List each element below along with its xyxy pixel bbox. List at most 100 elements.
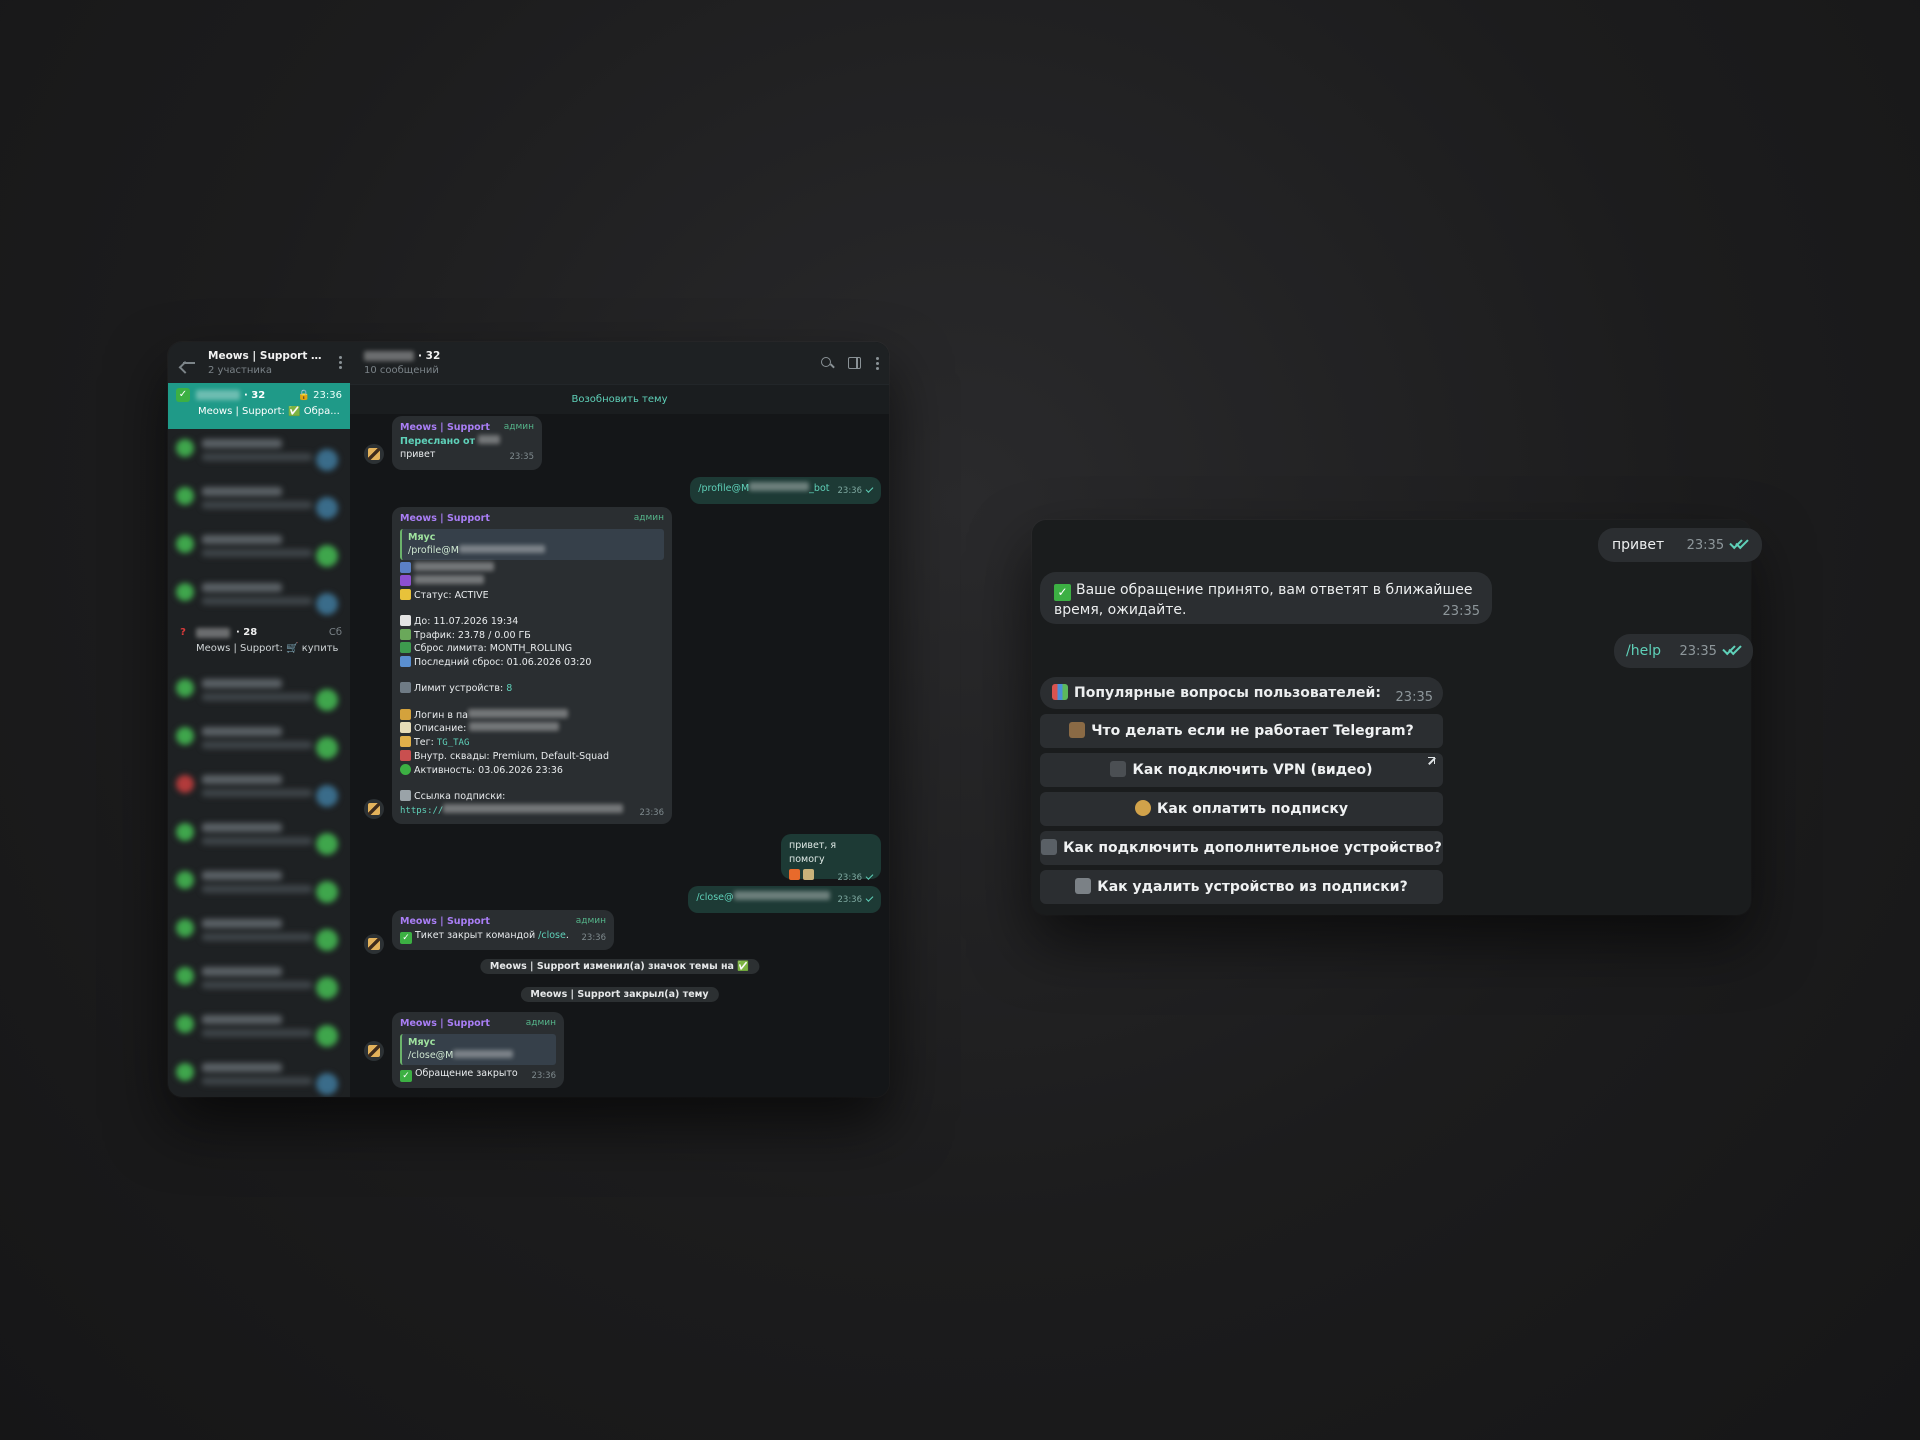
- shield-icon: [400, 750, 411, 761]
- sidebar-header: Meows | Support A... 2 участника: [168, 342, 350, 383]
- detective-icon: [1069, 722, 1086, 738]
- bot-avatar[interactable]: [364, 444, 384, 464]
- group-title-block: Meows | Support A... 2 участника: [208, 350, 326, 376]
- back-arrow-icon[interactable]: [182, 356, 196, 370]
- redacted-name: [364, 351, 414, 361]
- chat-menu-icon[interactable]: [875, 356, 879, 370]
- telegram-topics-window: Meows | Support A... 2 участника ✓ · 32 …: [168, 342, 889, 1097]
- list-item[interactable]: [168, 669, 350, 717]
- list-item[interactable]: [168, 765, 350, 813]
- message-outgoing: /profile@M _bot 23:36: [690, 477, 881, 504]
- bot-avatar[interactable]: [364, 934, 384, 954]
- message-closed: админ Meows | Support Мяус /close@M ✓ Обр…: [392, 1012, 564, 1088]
- topic-item-question[interactable]: ? · 28 Сб Meows | Support: 🛒 купить: [168, 621, 350, 669]
- message-outgoing: /close@ 23:36: [688, 886, 881, 913]
- calendar-icon: [400, 615, 411, 626]
- laptop-icon: [1041, 839, 1058, 855]
- list-item[interactable]: [168, 525, 350, 573]
- bot-avatar[interactable]: [364, 799, 384, 819]
- topic-preview: Meows | Support: ✅ Обра...: [198, 406, 340, 417]
- reply-quote[interactable]: Мяус /close@M: [400, 1033, 556, 1065]
- blurred-topic-list: ? · 28 Сб Meows | Support: 🛒 купить: [168, 429, 350, 1097]
- bot-avatar[interactable]: [364, 1041, 384, 1061]
- message-popular-questions: Популярные вопросы пользователей: 23:35: [1040, 677, 1443, 709]
- green-circle-icon: [400, 763, 411, 775]
- recycle-icon: [400, 642, 411, 653]
- service-message: Meows | Support изменил(а) значок темы н…: [479, 959, 760, 974]
- redacted-name: [196, 390, 240, 400]
- message-accepted: ✓ Ваше обращение принято, вам ответят в б…: [1040, 572, 1492, 624]
- group-subtitle: 2 участника: [208, 364, 273, 376]
- list-item[interactable]: [168, 957, 350, 1005]
- side-panel-icon[interactable]: [848, 357, 861, 369]
- devices-icon: [400, 682, 411, 693]
- tag-icon: [400, 735, 411, 747]
- list-item[interactable]: [168, 861, 350, 909]
- message-profile-card: админ Meows | Support Мяус /profile@M Ст…: [392, 507, 672, 824]
- checkmark-icon: ✓: [176, 388, 190, 402]
- topic-item-active[interactable]: ✓ · 32 🔒 23:36 Meows | Support: ✅ Обра..…: [168, 383, 350, 429]
- refresh-icon: [400, 655, 411, 667]
- person-icon: [400, 561, 411, 573]
- message-list: админ Meows | Support Переслано от приве…: [350, 414, 889, 1097]
- sent-check-icon: [865, 894, 874, 902]
- fire-icon: [789, 869, 800, 880]
- clapperboard-icon: [1110, 761, 1127, 777]
- sent-check-icon: [865, 485, 874, 493]
- message-ticket-closed: админ Meows | Support ✓ Тикет закрыт кома…: [392, 910, 614, 950]
- checkmark-icon: ✓: [400, 931, 412, 944]
- external-link-icon: [1428, 757, 1435, 764]
- chat-header: · 32 10 сообщений: [350, 342, 889, 384]
- topic-preview: Meows | Support: 🛒 купить: [196, 643, 339, 654]
- sidebar-menu-icon[interactable]: [338, 356, 342, 369]
- message-outgoing-help: /help 23:35: [1614, 634, 1753, 668]
- memo-icon: [400, 722, 411, 733]
- group-title: Meows | Support A...: [208, 349, 326, 362]
- money-bag-icon: [1134, 800, 1151, 816]
- message-forwarded: админ Meows | Support Переслано от приве…: [392, 416, 542, 470]
- read-double-check-icon: [1730, 539, 1748, 549]
- service-message: Meows | Support закрыл(а) тему: [520, 987, 719, 1002]
- chat-title: · 32: [364, 350, 821, 362]
- chat-subtitle: 10 сообщений: [364, 365, 439, 376]
- kb-button-pay-subscription[interactable]: Как оплатить подписку: [1040, 792, 1443, 826]
- kb-button-add-device[interactable]: Как подключить дополнительное устройство…: [1040, 831, 1443, 865]
- message-outgoing: привет, я помогу 23:36: [781, 834, 881, 883]
- read-double-check-icon: [1723, 645, 1741, 655]
- list-item[interactable]: [168, 1053, 350, 1097]
- subscription-link[interactable]: https://: [400, 806, 443, 816]
- search-icon[interactable]: [821, 356, 834, 370]
- forwarded-from[interactable]: Переслано от: [400, 434, 534, 449]
- sent-check-icon: [865, 872, 874, 880]
- key-icon: [400, 708, 411, 720]
- message-sender[interactable]: Meows | Support: [400, 512, 664, 526]
- list-item[interactable]: [168, 573, 350, 621]
- topic-time: 🔒 23:36: [297, 389, 342, 401]
- reply-quote[interactable]: Мяус /profile@M: [400, 528, 664, 560]
- kb-button-remove-device[interactable]: Как удалить устройство из подписки?: [1040, 870, 1443, 904]
- list-item[interactable]: [168, 813, 350, 861]
- redacted-name: [196, 627, 230, 638]
- lightning-icon: [400, 588, 411, 600]
- checkmark-icon: ✓: [1054, 584, 1071, 601]
- books-icon: [1052, 684, 1068, 700]
- topic-name: · 32: [196, 390, 265, 401]
- list-item[interactable]: [168, 717, 350, 765]
- kb-button-connect-vpn-video[interactable]: Как подключить VPN (видео): [1040, 753, 1443, 787]
- chart-icon: [400, 628, 411, 640]
- list-item[interactable]: [168, 477, 350, 525]
- list-item[interactable]: [168, 429, 350, 477]
- list-item[interactable]: [168, 909, 350, 957]
- topics-sidebar: Meows | Support A... 2 участника ✓ · 32 …: [168, 342, 350, 1097]
- list-item[interactable]: [168, 1005, 350, 1053]
- message-outgoing-hello: привет 23:35: [1598, 528, 1763, 562]
- reopen-topic-button[interactable]: Возобновить тему: [350, 384, 889, 414]
- question-icon: ?: [180, 627, 186, 638]
- chat-pane: · 32 10 сообщений Возобновить тему админ…: [350, 342, 889, 1097]
- trash-icon: [1075, 878, 1092, 894]
- kb-button-telegram-not-working[interactable]: Что делать если не работает Telegram?: [1040, 714, 1443, 748]
- link-icon: [400, 790, 411, 801]
- emoji-icon: [803, 869, 814, 880]
- checkmark-icon: ✓: [400, 1069, 412, 1082]
- id-icon: [400, 575, 411, 586]
